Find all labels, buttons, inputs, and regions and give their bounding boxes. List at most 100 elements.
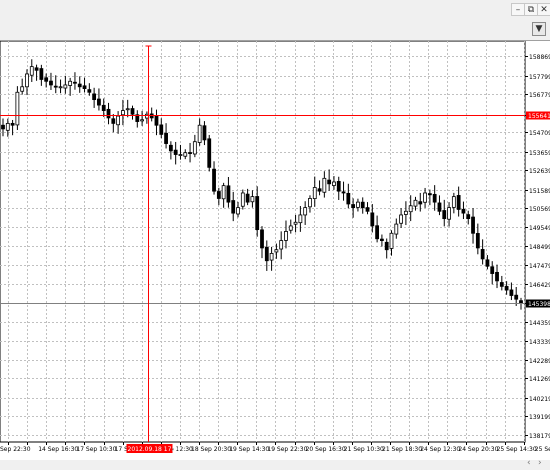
restore-icon[interactable]: ⧉ — [524, 3, 538, 16]
y-tick-label: 139199 — [529, 414, 550, 421]
candle-body — [231, 200, 236, 214]
candle-body — [356, 201, 360, 208]
candle-body — [29, 66, 34, 76]
candle-body — [34, 67, 39, 71]
candle-body — [360, 201, 365, 209]
candle-body — [15, 91, 20, 126]
crosshair-time-label: 2012.09.18 17:00 — [128, 446, 182, 453]
y-tick-label: 156779 — [529, 92, 550, 99]
candle-body — [101, 104, 106, 111]
candle-body — [164, 132, 168, 144]
candle-body — [1, 124, 5, 130]
window-titlebar: – ⧉ ✕ — [0, 0, 550, 20]
candle-body — [461, 208, 466, 214]
candle-body — [403, 210, 408, 215]
chart-area[interactable]: 158869 157799 156779 155641 154709 153659 1526… — [0, 40, 550, 461]
candle-body — [240, 192, 245, 207]
candle-body — [365, 207, 370, 212]
candle-body — [197, 124, 202, 143]
x-tick-label: 21 Sep 10:30 — [344, 446, 384, 453]
candle-body — [442, 210, 447, 220]
candle-body — [269, 253, 274, 261]
candle-body — [351, 204, 356, 209]
candle-body — [490, 266, 495, 274]
candle-body — [514, 294, 519, 300]
x-tick-label: 24 Sep 20:30 — [458, 446, 498, 453]
candle-body — [298, 214, 303, 224]
y-tick-label: 151589 — [529, 188, 550, 195]
y-tick-label: 148499 — [529, 244, 550, 251]
candle-body — [456, 195, 461, 210]
candle-body — [207, 138, 212, 168]
candle-body — [509, 289, 514, 296]
candle-body — [418, 201, 423, 205]
candle-body — [236, 207, 240, 215]
candle-body — [97, 98, 101, 106]
chart-toolbar: ▼ — [0, 20, 550, 40]
candle-body — [92, 93, 97, 100]
x-tick-label: 18 Sep 20:30 — [191, 446, 231, 453]
y-tick-label: 152639 — [529, 168, 550, 175]
candle-body — [39, 68, 44, 80]
y-tick-label: 153659 — [529, 150, 550, 157]
x-tick-label: 20 Sep 16:30 — [306, 446, 346, 453]
candle-body — [68, 80, 73, 86]
candle-body — [245, 193, 250, 203]
candle-body — [111, 118, 116, 124]
x-tick-label: Sep 22:30 — [0, 446, 31, 453]
candle-body — [336, 181, 341, 192]
candle-body — [212, 168, 216, 192]
candle-body — [475, 233, 480, 249]
candle-body — [82, 85, 87, 90]
candle-body — [106, 108, 111, 119]
close-icon[interactable]: ✕ — [537, 3, 550, 16]
candle-body — [284, 231, 288, 241]
candle-body — [447, 207, 451, 220]
candle-body — [471, 216, 475, 234]
candle-body — [178, 154, 183, 156]
candle-body — [317, 188, 322, 192]
y-tick-label: 142289 — [529, 358, 550, 365]
candle-body — [216, 191, 221, 199]
candle-body — [5, 122, 10, 131]
scroll-right-icon[interactable]: › — [538, 458, 542, 468]
candle-body — [255, 196, 260, 230]
candle-body — [437, 202, 442, 212]
candle-body — [394, 223, 399, 235]
minimize-icon[interactable]: – — [511, 3, 525, 16]
candle-body — [25, 73, 29, 88]
x-tick-label: 21 Sep 18:30 — [382, 446, 422, 453]
candle-body — [327, 179, 332, 185]
x-tick-label: 19 Sep 14:30 — [229, 446, 269, 453]
y-tick-label: 146429 — [529, 282, 550, 289]
x-tick-label: 19 Sep 22:30 — [267, 446, 307, 453]
candlestick-chart[interactable]: 158869 157799 156779 155641 154709 153659 1526… — [0, 40, 550, 461]
candle-body — [192, 141, 197, 155]
candle-body — [116, 115, 121, 126]
chart-shift-icon[interactable]: ▼ — [532, 22, 546, 36]
candle-body — [384, 241, 389, 251]
crosshair-price-label: 155641 — [528, 113, 550, 120]
candle-body — [125, 108, 130, 111]
candle-body — [140, 119, 144, 122]
candle-body — [480, 249, 485, 260]
y-tick-label: 147479 — [529, 263, 550, 270]
candle-body — [332, 181, 336, 186]
candle-body — [154, 115, 159, 126]
candle-body — [188, 152, 192, 154]
candle-body — [413, 199, 418, 207]
last-price-label: 145398 — [528, 301, 550, 308]
candle-body — [288, 225, 293, 231]
candle-body — [375, 225, 380, 240]
candle-body — [53, 85, 58, 88]
scroll-left-icon[interactable]: ‹ — [527, 458, 531, 468]
candle-body — [451, 196, 456, 208]
candle-body — [63, 84, 68, 89]
candle-body — [293, 221, 298, 225]
candle-body — [408, 205, 413, 213]
candle-body — [260, 229, 264, 249]
candle-body — [221, 185, 226, 200]
y-tick-label: 150569 — [529, 206, 550, 213]
y-tick-label: 144359 — [529, 320, 550, 327]
candle-body — [168, 144, 173, 152]
